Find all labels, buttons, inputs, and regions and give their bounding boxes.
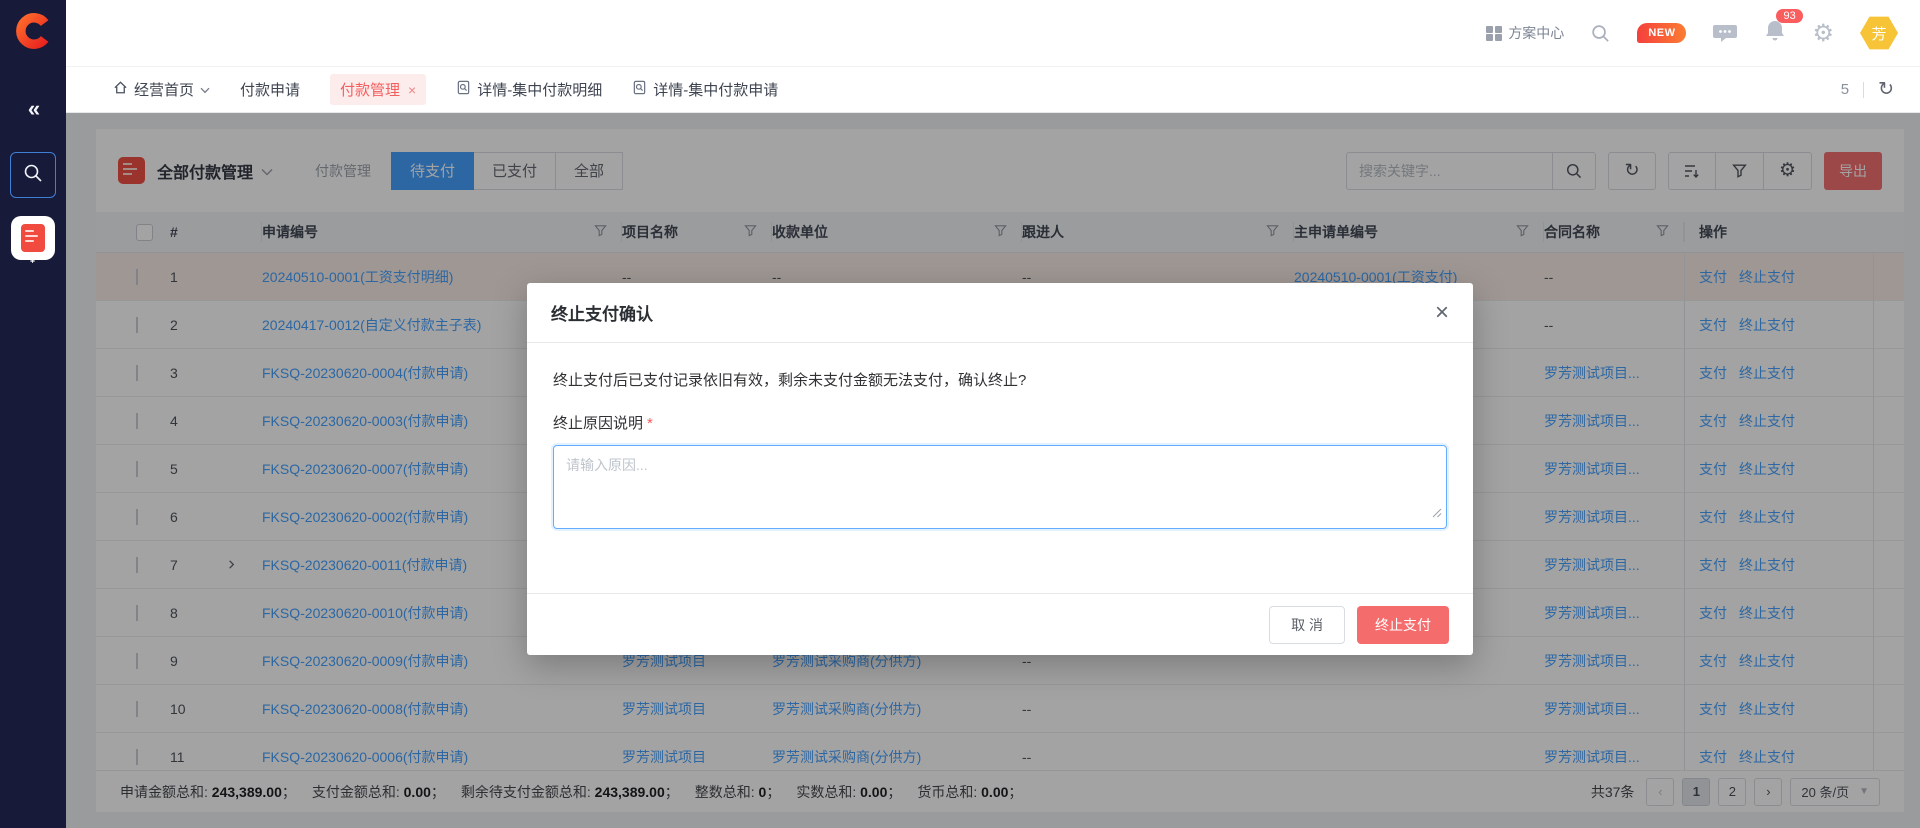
open-tab[interactable]: 详情-集中付款申请 xyxy=(632,79,778,100)
open-tabs-bar: 经营首页 付款申请 付款管理 × 详情-集中付款明细 详情-集中付款申请 5 ↻ xyxy=(66,67,1920,113)
tab-count: 5 xyxy=(1841,81,1849,98)
terminate-payment-dialog: 终止支付确认 × 终止支付后已支付记录依旧有效，剩余未支付金额无法支付，确认终止… xyxy=(527,283,1473,655)
dialog-title: 终止支付确认 xyxy=(551,300,653,325)
open-tab[interactable]: 付款管理 × xyxy=(330,74,426,105)
tab-list: 经营首页 付款申请 付款管理 × 详情-集中付款明细 详情-集中付款申请 xyxy=(113,74,778,105)
tab-label: 详情-集中付款申请 xyxy=(653,79,778,100)
tab-label: 付款管理 xyxy=(340,79,400,100)
settings-gear-icon[interactable]: ⚙ xyxy=(1812,19,1834,48)
open-tab[interactable]: 详情-集中付款明细 xyxy=(456,79,602,100)
sidebar: « ¥ xyxy=(0,0,66,828)
search-icon xyxy=(22,162,44,189)
payment-module-icon: ¥ xyxy=(21,224,45,252)
avatar[interactable]: 芳 xyxy=(1860,16,1898,50)
close-icon[interactable]: × xyxy=(1435,301,1449,325)
global-search-icon[interactable] xyxy=(1590,23,1611,44)
tab-label: 付款申请 xyxy=(240,79,300,100)
close-tab-icon[interactable]: × xyxy=(408,82,416,98)
reason-field-label: 终止原因说明* xyxy=(553,412,1447,433)
detail-doc-icon xyxy=(456,80,471,99)
sidebar-item-payment-module[interactable]: ¥ xyxy=(11,216,55,260)
open-tab[interactable]: 付款申请 xyxy=(240,79,300,100)
solution-center-button[interactable]: 方案中心 xyxy=(1486,23,1564,43)
notifications-button[interactable]: 93 xyxy=(1764,19,1786,48)
top-header: 方案中心 NEW 93 ⚙ 芳 xyxy=(66,0,1920,67)
home-icon xyxy=(113,80,128,99)
sidebar-search-button[interactable] xyxy=(10,152,56,198)
required-mark: * xyxy=(647,415,653,432)
solution-center-label: 方案中心 xyxy=(1508,23,1564,43)
cancel-button[interactable]: 取 消 xyxy=(1269,606,1345,644)
grid-icon xyxy=(1486,26,1501,41)
confirm-terminate-button[interactable]: 终止支付 xyxy=(1357,606,1449,644)
open-tab[interactable]: 经营首页 xyxy=(113,79,210,100)
messages-icon[interactable] xyxy=(1712,21,1738,45)
notification-count-badge: 93 xyxy=(1776,9,1802,23)
tab-label: 详情-集中付款明细 xyxy=(477,79,602,100)
divider xyxy=(1863,82,1864,98)
app-logo-icon xyxy=(14,12,52,50)
refresh-tab-icon[interactable]: ↻ xyxy=(1878,78,1894,101)
chevron-down-icon[interactable] xyxy=(200,81,210,98)
new-badge[interactable]: NEW xyxy=(1637,23,1686,43)
tab-label: 经营首页 xyxy=(134,79,194,100)
dialog-message: 终止支付后已支付记录依旧有效，剩余未支付金额无法支付，确认终止? xyxy=(553,369,1447,390)
reason-textarea[interactable] xyxy=(553,445,1447,529)
detail-doc-icon xyxy=(632,80,647,99)
sidebar-collapse-button[interactable]: « xyxy=(0,96,66,122)
